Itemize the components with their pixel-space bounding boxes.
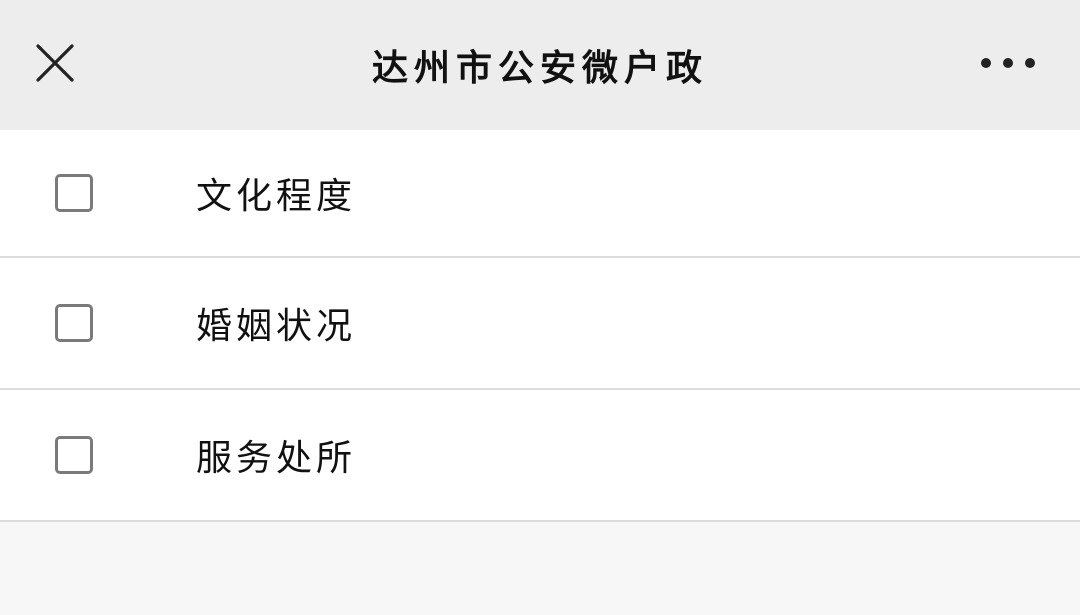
option-label: 服务处所 [196,438,357,479]
option-row-education[interactable]: 文化程度 [0,130,1080,258]
option-row-marital-status[interactable]: 婚姻状况 [0,258,1080,390]
more-button[interactable] [972,44,1044,86]
checkbox-list: 文化程度 婚姻状况 服务处所 [0,130,1080,522]
more-icon [978,55,1038,75]
top-bar: 达州市公安微户政 [0,0,1080,130]
option-label: 文化程度 [196,176,357,217]
option-label: 婚姻状况 [196,306,357,347]
checkbox[interactable] [55,304,93,342]
checkbox[interactable] [55,174,93,212]
close-icon [35,43,75,87]
checkbox[interactable] [55,436,93,474]
page-title: 达州市公安微户政 [371,48,708,89]
close-button[interactable] [28,38,82,92]
option-row-workplace[interactable]: 服务处所 [0,390,1080,522]
